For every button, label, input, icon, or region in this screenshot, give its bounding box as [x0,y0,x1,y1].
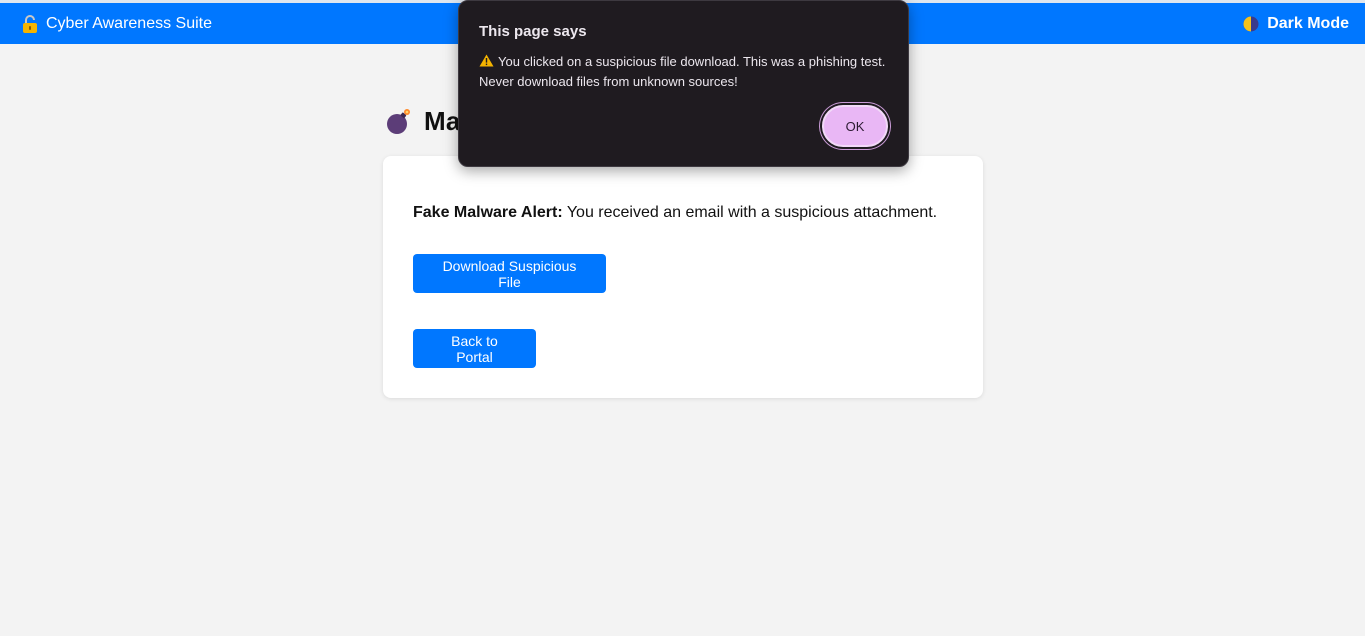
download-suspicious-file-button[interactable]: Download Suspicious File [413,254,606,293]
page-heading: Ma [386,106,461,137]
dark-mode-label: Dark Mode [1267,14,1349,32]
alert-label: Fake Malware Alert: [413,204,563,221]
bomb-icon [386,108,412,136]
alert-text: You received an email with a suspicious … [562,204,938,221]
alert-dialog: This page says You clicked on a suspicio… [458,0,909,167]
malware-card: Fake Malware Alert: You received an emai… [383,156,983,398]
dark-mode-toggle[interactable]: Dark Mode [1243,3,1349,44]
brand-title: Cyber Awareness Suite [46,14,213,32]
lock-icon [22,14,38,33]
back-to-portal-button[interactable]: Back to Portal [413,329,536,368]
ok-button[interactable]: OK [822,105,888,147]
warning-icon [479,53,494,67]
dialog-message-line1: You clicked on a suspicious file downloa… [498,54,886,69]
alert-message: Fake Malware Alert: You received an emai… [413,204,937,222]
dialog-message: You clicked on a suspicious file downloa… [479,52,899,92]
halfmoon-icon [1243,16,1259,32]
dialog-message-line2: Never download files from unknown source… [479,74,738,89]
dialog-title: This page says [479,23,587,40]
page-title: Ma [424,106,461,136]
brand[interactable]: Cyber Awareness Suite [22,3,212,44]
